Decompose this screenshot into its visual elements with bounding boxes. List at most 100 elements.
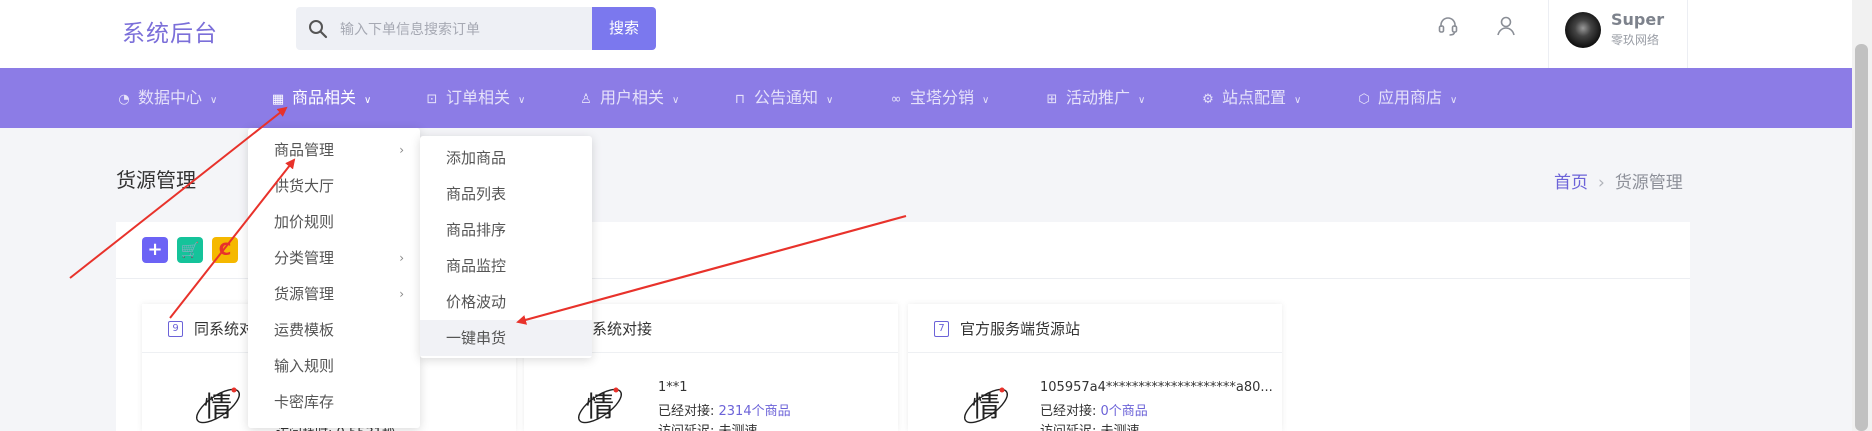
product-management-submenu: 添加商品 商品列表 商品排序 商品监控 价格波动 一键串货	[420, 136, 592, 358]
nav-item-site-config[interactable]: ⚙ 站点配置 ∨	[1200, 68, 1301, 128]
menu-item-shipping-template[interactable]: 运费模板	[248, 312, 420, 348]
order-icon: ⊡	[426, 92, 438, 107]
nav-label: 订单相关	[446, 88, 511, 107]
svg-text:情: 情	[972, 390, 1000, 423]
svg-text:情: 情	[586, 390, 614, 423]
chevron-down-icon: ∨	[672, 95, 680, 106]
submenu-item-product-monitor[interactable]: 商品监控	[420, 248, 592, 284]
menu-item-label: 商品管理	[274, 141, 335, 159]
menu-item-markup-rules[interactable]: 加价规则	[248, 204, 420, 240]
book-icon: ⊓	[734, 92, 746, 107]
menu-item-label: 分类管理	[274, 249, 335, 267]
nav-item-promotions[interactable]: ⊞ 活动推广 ∨	[1044, 68, 1146, 128]
search-icon	[309, 20, 328, 39]
connected-label: 已经对接:	[1040, 404, 1101, 419]
refresh-button[interactable]: C	[212, 237, 238, 263]
products-dropdown: 商品管理 › 供货大厅 加价规则 分类管理 › 货源管理 › 运费模板 输入规则 卡密…	[248, 128, 420, 428]
submenu-item-product-sort[interactable]: 商品排序	[420, 212, 592, 248]
card-badge: 9	[168, 321, 183, 337]
headset-icon[interactable]	[1436, 14, 1460, 38]
nav-label: 公告通知	[754, 88, 819, 107]
gear-icon: ⚙	[1202, 92, 1214, 107]
breadcrumb: 首页 › 货源管理	[1554, 168, 1683, 193]
nav-item-app-store[interactable]: ⬡ 应用商店 ∨	[1356, 68, 1457, 128]
breadcrumb-current: 货源管理	[1614, 173, 1683, 193]
page-title: 货源管理	[116, 168, 196, 192]
nav-label: 宝塔分销	[910, 88, 975, 107]
nav-item-distribution[interactable]: ∞ 宝塔分销 ∨	[888, 68, 990, 128]
chevron-down-icon: ∨	[1450, 95, 1458, 106]
user-profile-icon[interactable]	[1494, 14, 1518, 38]
chevron-down-icon: ∨	[518, 95, 526, 106]
source-logo-icon: 情	[196, 387, 240, 424]
nav-item-orders[interactable]: ⊡ 订单相关 ∨	[424, 68, 526, 128]
card-latency: 访问延迟: 未测速	[658, 420, 758, 431]
menu-item-label: 卡密库存	[274, 393, 335, 411]
menu-item-card-stock[interactable]: 卡密库存	[248, 384, 420, 420]
menu-item-category-management[interactable]: 分类管理 ›	[248, 240, 420, 276]
search-input[interactable]: 输入下单信息搜索订单	[296, 7, 592, 50]
user-icon: ♙	[580, 92, 592, 107]
scrollbar-thumb[interactable]	[1855, 44, 1868, 431]
add-button[interactable]: +	[142, 237, 168, 263]
avatar	[1565, 12, 1601, 48]
nav-label: 应用商店	[1378, 88, 1443, 107]
chevron-down-icon: ∨	[210, 95, 218, 106]
nav-label: 用户相关	[600, 88, 665, 107]
card-latency: 访问延迟: 未测速	[1040, 420, 1140, 431]
chevron-down-icon: ∨	[1294, 95, 1302, 106]
user-org: 零玖网络	[1611, 33, 1660, 47]
breadcrumb-separator: ›	[1598, 173, 1605, 193]
card-title: 系统对接	[592, 320, 653, 338]
submenu-item-product-list[interactable]: 商品列表	[420, 176, 592, 212]
source-logo-icon: 情	[578, 387, 622, 424]
breadcrumb-home[interactable]: 首页	[1554, 173, 1588, 193]
vertical-scrollbar[interactable]	[1852, 0, 1872, 431]
chevron-right-icon: ›	[399, 287, 404, 301]
connected-count[interactable]: 2314个商品	[719, 404, 791, 419]
svg-text:情: 情	[204, 390, 232, 423]
menu-item-product-management[interactable]: 商品管理 ›	[248, 132, 420, 168]
menu-item-supply-hall[interactable]: 供货大厅	[248, 168, 420, 204]
source-card[interactable]: 7 官方服务端货源站 情 105957a4*******************…	[908, 304, 1282, 431]
nav-item-users[interactable]: ♙ 用户相关 ∨	[578, 68, 679, 128]
gift-icon: ⊞	[1046, 92, 1058, 107]
app-logo[interactable]: 系统后台	[122, 14, 218, 48]
card-connected: 已经对接: 0个商品	[1040, 400, 1148, 419]
chevron-down-icon: ∨	[1138, 95, 1146, 106]
menu-item-label: 输入规则	[274, 357, 335, 375]
connected-label: 已经对接:	[658, 404, 719, 419]
connected-count[interactable]: 0个商品	[1101, 404, 1148, 419]
nav-label: 数据中心	[138, 88, 203, 107]
user-name: Super	[1611, 10, 1665, 29]
nav-label: 活动推广	[1066, 88, 1131, 107]
card-title: 官方服务端货源站	[960, 320, 1081, 338]
chevron-right-icon: ›	[399, 143, 404, 157]
link-icon: ∞	[890, 92, 902, 107]
submenu-item-add-product[interactable]: 添加商品	[420, 140, 592, 176]
nav-label: 站点配置	[1222, 88, 1287, 107]
menu-item-source-management[interactable]: 货源管理 ›	[248, 276, 420, 312]
card-badge: 7	[934, 321, 949, 337]
nav-item-data-center[interactable]: ◔ 数据中心 ∨	[116, 68, 217, 128]
search-placeholder: 输入下单信息搜索订单	[340, 22, 480, 38]
user-menu[interactable]: Super 零玖网络	[1548, 0, 1688, 68]
menu-item-label: 运费模板	[274, 321, 335, 339]
nav-item-announcements[interactable]: ⊓ 公告通知 ∨	[732, 68, 833, 128]
card-connected: 已经对接: 2314个商品	[658, 400, 791, 419]
submenu-item-price-fluctuation[interactable]: 价格波动	[420, 284, 592, 320]
grid-icon: ▦	[271, 92, 285, 107]
chevron-right-icon: ›	[399, 251, 404, 265]
nav-item-products[interactable]: ▦ 商品相关 ∨	[270, 68, 372, 128]
chevron-down-icon: ∨	[826, 95, 834, 106]
card-source-name: 1**1	[658, 380, 688, 395]
submenu-item-one-click-sync[interactable]: 一键串货	[420, 320, 592, 356]
search-button[interactable]: 搜索	[592, 7, 656, 50]
menu-item-label: 货源管理	[274, 285, 335, 303]
menu-item-input-rules[interactable]: 输入规则	[248, 348, 420, 384]
cart-button[interactable]: 🛒	[177, 237, 203, 263]
card-source-name: 105957a4********************a80...	[1040, 380, 1273, 395]
cube-icon: ⬡	[1358, 92, 1370, 107]
nav-label: 商品相关	[292, 88, 357, 107]
menu-item-label: 加价规则	[274, 213, 335, 231]
